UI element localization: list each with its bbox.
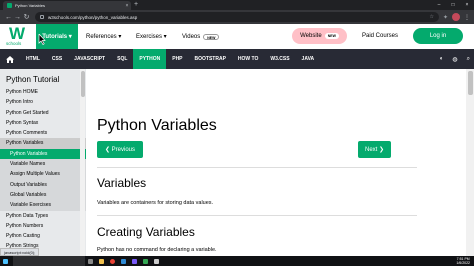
window-controls: – □ × xyxy=(432,0,474,10)
maximize-icon[interactable]: □ xyxy=(446,0,460,10)
paid-courses-link[interactable]: Paid Courses xyxy=(357,28,403,44)
w3schools-logo[interactable]: W schools xyxy=(5,24,31,48)
creating-variables-paragraph: Python has no command for declaring a va… xyxy=(97,247,217,253)
dark-mode-icon[interactable]: ◐ xyxy=(440,56,444,62)
logo-subtext: schools xyxy=(6,41,22,46)
nav-bootstrap[interactable]: BOOTSTRAP xyxy=(189,49,232,69)
lock-icon xyxy=(40,15,44,19)
profile-avatar[interactable] xyxy=(452,13,460,21)
browser-tabstrip: Python Variables × + – □ × xyxy=(0,0,474,10)
link-status-bubble: javascript:void(0); xyxy=(0,248,40,256)
logo-letter: W xyxy=(9,24,26,43)
sidebar-subitem[interactable]: Assign Multiple Values xyxy=(0,169,86,180)
address-bar[interactable]: w3schools.com/python/python_variables.as… xyxy=(35,12,439,22)
site-header: W schools Tutorials ▾ References ▾ Exerc… xyxy=(0,24,474,49)
nav-java[interactable]: JAVA xyxy=(296,49,321,69)
variables-paragraph: Variables are containers for storing dat… xyxy=(97,200,214,206)
exercises-menu[interactable]: Exercises ▾ xyxy=(136,24,167,49)
sidebar-item[interactable]: Python HOME xyxy=(0,87,86,97)
close-window-icon[interactable]: × xyxy=(460,0,474,10)
website-new-badge: NEW xyxy=(324,33,339,39)
sidebar-item[interactable]: Python Casting xyxy=(0,231,86,241)
sidebar-item[interactable]: Python Data Types xyxy=(0,211,86,221)
reload-icon[interactable]: ↻ xyxy=(22,13,31,21)
url-text[interactable]: w3schools.com/python/python_variables.as… xyxy=(48,15,429,20)
creating-variables-heading: Creating Variables xyxy=(97,225,195,239)
app-icon[interactable] xyxy=(118,256,129,266)
divider xyxy=(97,215,417,216)
nav-sql[interactable]: SQL xyxy=(111,49,133,69)
back-arrow-icon[interactable]: ← xyxy=(4,14,13,21)
sidebar-item[interactable]: Python Syntax xyxy=(0,118,86,128)
extensions-icon[interactable]: ✦ xyxy=(443,14,448,21)
browser-toolbar: ← → ↻ w3schools.com/python/python_variab… xyxy=(0,10,474,24)
bookmark-star-icon[interactable]: ☆ xyxy=(429,14,433,20)
website-button[interactable]: Website NEW xyxy=(292,28,347,44)
sidebar-title: Python Tutorial xyxy=(6,75,60,84)
topic-nav: HTML CSS JAVASCRIPT SQL PYTHON PHP BOOTS… xyxy=(0,49,474,69)
task-view-icon[interactable] xyxy=(85,256,96,266)
nav-php[interactable]: PHP xyxy=(166,49,188,69)
globe-icon[interactable]: ◍ xyxy=(452,56,457,63)
sidebar-item[interactable]: Python Numbers xyxy=(0,221,86,231)
website-label: Website xyxy=(300,33,322,39)
sidebar-item[interactable]: Python Comments xyxy=(0,128,86,138)
sidebar-item[interactable]: Python Get Started xyxy=(0,108,86,118)
login-button[interactable]: Log in xyxy=(413,28,463,44)
app-icon[interactable] xyxy=(151,256,162,266)
taskbar: 7:51 PM 1/6/2022 xyxy=(0,256,474,266)
sidebar-subitem[interactable]: Variable Exercises xyxy=(0,200,86,211)
sidebar-subitem[interactable]: Output Variables xyxy=(0,179,86,190)
app-icon[interactable] xyxy=(140,256,151,266)
windows-start-icon[interactable] xyxy=(0,256,11,266)
nav-howto[interactable]: HOW TO xyxy=(232,49,264,69)
sidebar-item-section[interactable]: Python Variables xyxy=(0,138,86,149)
sidebar-subitem[interactable]: Global Variables xyxy=(0,189,86,201)
sidebar-subitem[interactable]: Variable Names xyxy=(0,159,86,170)
nav-css[interactable]: CSS xyxy=(46,49,68,69)
taskbar-clock[interactable]: 7:51 PM 1/6/2022 xyxy=(456,257,470,265)
nav-html[interactable]: HTML xyxy=(20,49,46,69)
forward-arrow-icon[interactable]: → xyxy=(13,14,22,21)
sidebar-item-active[interactable]: Python Variables xyxy=(0,148,86,160)
tab-title: Python Variables xyxy=(15,3,45,8)
browser-menu-icon[interactable]: ⋮ xyxy=(464,14,470,21)
videos-menu[interactable]: Videos NEW xyxy=(182,24,220,49)
app-icon[interactable] xyxy=(129,256,140,266)
tab-close-icon[interactable]: × xyxy=(123,3,131,9)
browser-tab[interactable]: Python Variables × xyxy=(3,1,131,10)
nav-python[interactable]: PYTHON xyxy=(133,49,167,69)
home-icon[interactable] xyxy=(0,49,20,69)
nav-javascript[interactable]: JAVASCRIPT xyxy=(68,49,111,69)
page-scrollbar[interactable] xyxy=(466,69,474,256)
new-badge: NEW xyxy=(203,33,220,40)
search-icon[interactable]: ⌕ xyxy=(467,56,470,63)
w3schools-favicon-icon xyxy=(7,3,12,8)
new-tab-icon[interactable]: + xyxy=(134,1,138,9)
file-explorer-icon[interactable] xyxy=(96,256,107,266)
next-button[interactable]: Next ❯ xyxy=(358,141,391,158)
references-menu[interactable]: References ▾ xyxy=(86,24,121,49)
previous-button[interactable]: ❮ Previous xyxy=(97,141,143,158)
taskbar-search[interactable] xyxy=(13,256,85,266)
videos-label: Videos xyxy=(182,33,201,40)
clock-date: 1/6/2022 xyxy=(456,261,470,265)
sidebar-scrollbar[interactable] xyxy=(80,69,85,256)
tutorial-sidebar: Python Tutorial Python HOME Python Intro… xyxy=(0,69,86,256)
divider xyxy=(97,167,417,168)
sidebar-item[interactable]: Python Intro xyxy=(0,97,86,107)
chrome-icon[interactable] xyxy=(107,256,118,266)
minimize-icon[interactable]: – xyxy=(432,0,446,10)
sidebar-scroll-thumb[interactable] xyxy=(80,71,85,97)
variables-heading: Variables xyxy=(97,176,147,190)
mouse-cursor-icon xyxy=(38,34,46,45)
page-title: Python Variables xyxy=(97,117,217,134)
page-scroll-thumb[interactable] xyxy=(467,71,473,95)
nav-w3css[interactable]: W3.CSS xyxy=(264,49,295,69)
main-content: Python Variables ❮ Previous Next ❯ Varia… xyxy=(86,69,466,256)
